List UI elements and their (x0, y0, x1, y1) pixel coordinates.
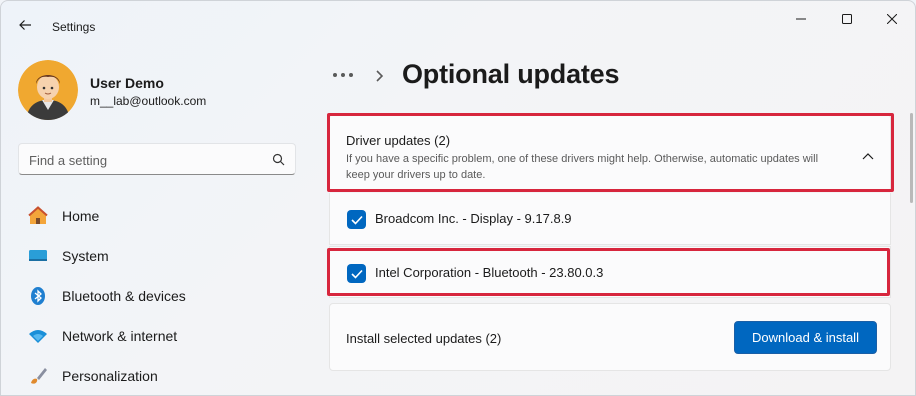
breadcrumb-more-button[interactable] (331, 65, 357, 84)
system-icon (27, 245, 49, 267)
bluetooth-icon (27, 285, 49, 307)
download-install-button[interactable]: Download & install (734, 321, 877, 354)
collapse-button[interactable] (860, 148, 876, 164)
sidebar-item-personalization[interactable]: Personalization (18, 358, 296, 394)
page-title: Optional updates (402, 59, 620, 89)
sidebar-item-home[interactable]: Home (18, 198, 296, 234)
checkmark-icon (350, 269, 363, 279)
section-description: If you have a specific problem, one of t… (346, 153, 819, 181)
maximize-button[interactable] (827, 7, 867, 31)
sidebar-item-label: Bluetooth & devices (62, 288, 186, 304)
driver-checkbox[interactable] (347, 264, 366, 283)
driver-row[interactable]: Broadcom Inc. - Display - 9.17.8.9 (329, 193, 891, 245)
install-card: Install selected updates (2) Download & … (329, 303, 891, 371)
maximize-icon (842, 14, 852, 24)
wifi-icon (27, 325, 49, 347)
user-name: User Demo (90, 75, 164, 91)
back-arrow-icon (19, 20, 31, 30)
checkmark-icon (350, 215, 363, 225)
avatar[interactable] (18, 60, 78, 120)
sidebar-item-label: System (62, 248, 109, 264)
install-label: Install selected updates (2) (346, 331, 502, 346)
close-button[interactable] (872, 7, 912, 31)
sidebar-item-system[interactable]: System (18, 238, 296, 274)
sidebar-item-network[interactable]: Network & internet (18, 318, 296, 354)
section-title: Driver updates (2) (346, 133, 451, 148)
sidebar-item-label: Home (62, 208, 100, 224)
driver-label: Intel Corporation - Bluetooth - 23.80.0.… (375, 265, 604, 280)
search-icon[interactable] (272, 153, 285, 166)
chevron-right-icon (376, 70, 384, 82)
search-input[interactable] (29, 150, 259, 170)
scrollbar[interactable] (910, 113, 913, 203)
sidebar-item-bluetooth[interactable]: Bluetooth & devices (18, 278, 296, 314)
home-icon (27, 205, 49, 227)
brush-icon (27, 365, 49, 387)
driver-label: Broadcom Inc. - Display - 9.17.8.9 (375, 211, 572, 226)
user-email: m__lab@outlook.com (90, 94, 207, 108)
driver-updates-header[interactable]: Driver updates (2) If you have a specifi… (329, 114, 891, 192)
driver-row[interactable]: Intel Corporation - Bluetooth - 23.80.0.… (329, 246, 891, 298)
minimize-icon (796, 18, 806, 20)
settings-window: Settings User Demo m__lab@outlook.com Fi… (0, 0, 916, 396)
close-icon (887, 14, 897, 24)
sidebar-item-label: Personalization (62, 368, 158, 384)
sidebar-item-label: Network & internet (62, 328, 178, 344)
search-box[interactable] (18, 143, 296, 175)
more-icon (333, 73, 353, 77)
minimize-button[interactable] (781, 7, 821, 31)
user-avatar-icon (18, 60, 78, 120)
app-title: Settings (52, 20, 96, 34)
driver-checkbox[interactable] (347, 210, 366, 229)
breadcrumb-separator (375, 69, 385, 88)
back-button[interactable] (13, 13, 37, 37)
title-bar: Settings (1, 1, 915, 49)
chevron-up-icon (862, 153, 874, 160)
